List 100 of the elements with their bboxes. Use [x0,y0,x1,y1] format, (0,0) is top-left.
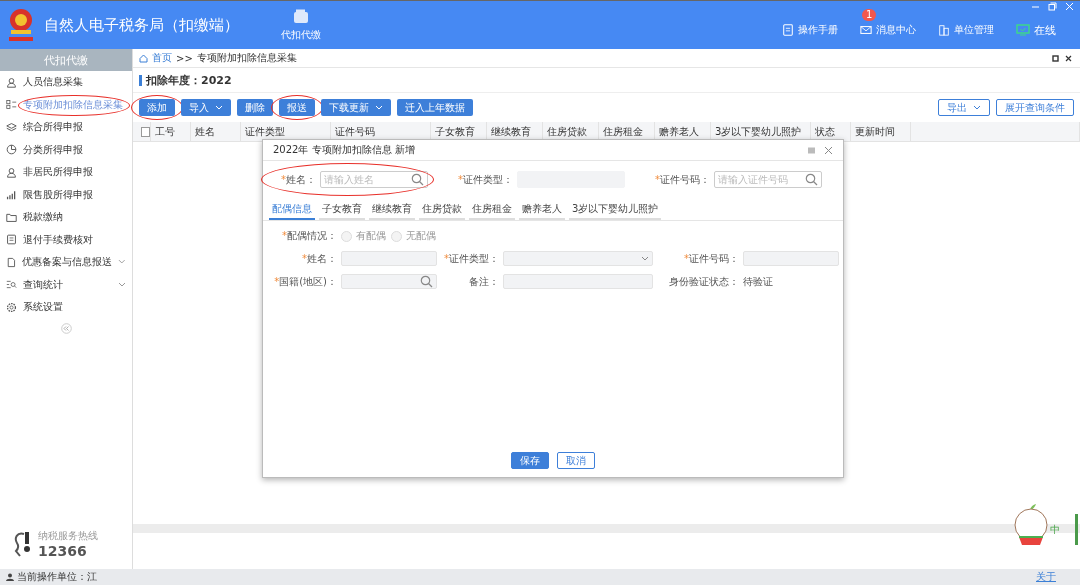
toolbar-button[interactable]: 报送 [279,99,315,116]
search-icon [6,279,17,291]
field-label: *姓名： [301,251,338,266]
header-action[interactable]: 消息中心 [860,23,916,37]
doc-icon [6,234,17,246]
caret-icon [215,104,223,111]
toolbar-button[interactable]: 添加 [139,99,175,116]
collapse-icon[interactable] [60,322,72,334]
sidebar-title: 代扣代缴 [0,49,132,71]
count-badge: 1 [862,9,877,21]
column-header: 证件号码 [335,124,375,139]
column-header: 更新时间 [855,124,895,139]
close-icon[interactable] [1065,54,1072,62]
input-field[interactable] [503,274,653,289]
list-icon [6,99,17,111]
field-label: *证件类型： [458,172,513,187]
emblem-icon [6,6,36,44]
breadcrumb-link[interactable]: 首页 [152,51,172,65]
person-icon [6,166,17,178]
toolbar-button[interactable]: 导出 [938,99,990,116]
column-header: 证件类型 [245,124,285,139]
sidebar-item[interactable]: 税款缴纳 [0,206,132,229]
company-icon [938,24,950,36]
field-label: *姓名： [281,172,316,187]
field-label: *证件类型： [443,251,500,266]
pie-icon [6,144,17,156]
dialog-tab[interactable]: 住房贷款 [419,200,465,220]
field-label: *证件号码： [655,172,710,187]
toolbar-button[interactable]: 下载更新 [321,99,391,116]
dialog-tab[interactable]: 子女教育 [319,200,365,220]
message-icon [860,24,872,36]
current-unit: 当前操作单位：江 [17,570,97,584]
year-heading: 扣除年度：2022 [133,68,1080,93]
dialog-tab[interactable]: 3岁以下婴幼儿照护 [569,200,662,220]
module-tab[interactable]: 代扣代缴 [281,8,321,42]
dialog-tab[interactable]: 赡养老人 [519,200,565,220]
dialog-tab[interactable]: 住房租金 [469,200,515,220]
about-link[interactable]: 关于 [1036,570,1056,584]
online-icon [1016,23,1030,37]
layers-icon [6,121,17,133]
input-field[interactable] [341,251,437,266]
search-icon[interactable] [420,275,433,288]
select-all-checkbox[interactable] [141,126,150,137]
person-icon [6,76,17,88]
folder-icon [6,211,17,223]
field-label: 身份验证状态： [668,274,740,289]
caret-icon [973,104,981,111]
sidebar-item[interactable]: 系统设置 [0,296,132,319]
field-label: 备注： [468,274,500,289]
sidebar-item[interactable]: 查询统计 [0,273,132,296]
sidebar-item[interactable]: 非居民所得申报 [0,161,132,184]
radio-option[interactable]: 无配偶 [391,229,436,243]
search-icon[interactable] [411,173,424,186]
breadcrumb-text: >> [176,52,193,64]
toolbar-button[interactable]: 展开查询条件 [996,99,1074,116]
header-action[interactable]: 在线 [1016,22,1056,38]
field-label: *证件号码： [683,251,740,266]
cancel-button[interactable]: 取消 [557,452,595,469]
column-header: 继续教育 [491,124,531,139]
radio-option[interactable]: 有配偶 [341,229,386,243]
sidebar-item[interactable]: 综合所得申报 [0,116,132,139]
scrollbar[interactable] [133,524,1080,533]
dialog-tab[interactable]: 继续教育 [369,200,415,220]
status-value: 待验证 [743,274,774,289]
restore-icon[interactable] [1052,54,1059,62]
scrollbar[interactable] [1075,514,1078,545]
manual-icon [782,24,794,36]
toolbar-button[interactable]: 删除 [237,99,273,116]
dialog-tab[interactable]: 配偶信息 [269,200,315,220]
sidebar-item[interactable]: 分类所得申报 [0,138,132,161]
app-title: 自然人电子税务局（扣缴端） [44,15,239,35]
bars-icon [6,189,17,201]
header-action[interactable]: 操作手册 [782,23,838,37]
field-label: *配偶情况： [281,229,338,243]
column-header: 赡养老人 [659,124,699,139]
wallet-icon [293,8,309,24]
dialog-title: 2022年 专项附加扣除信息 新增 [273,143,415,157]
hotline-label: 纳税服务热线 [38,529,98,543]
page-icon [6,256,17,268]
toolbar-button[interactable]: 迁入上年数据 [397,99,473,116]
save-button[interactable]: 保存 [511,452,549,469]
search-icon[interactable] [805,173,818,186]
sidebar-item[interactable]: 人员信息采集 [0,71,132,94]
toolbar-button[interactable]: 导入 [181,99,231,116]
sidebar-item[interactable]: 退付手续费核对 [0,228,132,251]
column-header: 状态 [815,124,835,139]
column-header: 姓名 [195,124,215,139]
home-icon[interactable] [139,53,148,63]
dropdown-field[interactable] [503,251,653,266]
column-header: 子女教育 [435,124,475,139]
sidebar-item[interactable]: 优惠备案与信息报送 [0,251,132,274]
sidebar-item[interactable]: 限售股所得申报 [0,183,132,206]
search-field[interactable] [341,274,437,289]
column-header: 住房租金 [603,124,643,139]
ime-indicator[interactable]: 中 [1050,523,1060,537]
header-action[interactable]: 单位管理 [938,23,994,37]
input-field[interactable] [743,251,839,266]
breadcrumb-text: 专项附加扣除信息采集 [196,51,297,65]
user-icon [6,573,14,581]
caret-icon [118,259,126,266]
